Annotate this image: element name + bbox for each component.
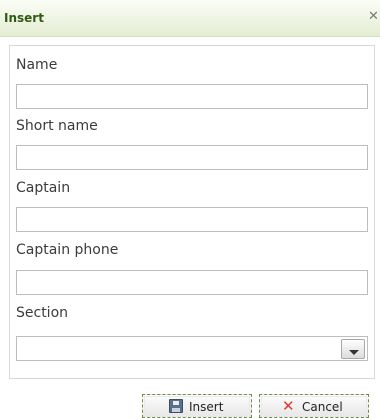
section-select[interactable] xyxy=(16,336,368,361)
close-icon[interactable]: ✕ xyxy=(368,10,380,24)
cancel-button-label: Cancel xyxy=(302,400,343,414)
insert-button[interactable]: Insert xyxy=(142,394,252,418)
captain-phone-label: Captain phone xyxy=(16,242,119,258)
chevron-down-icon xyxy=(349,350,359,355)
save-icon xyxy=(169,399,183,413)
captain-field[interactable] xyxy=(16,207,368,232)
dialog-title: Insert xyxy=(4,11,44,25)
captain-phone-field[interactable] xyxy=(16,270,368,295)
name-field[interactable] xyxy=(16,84,368,109)
cancel-button[interactable]: ✕ Cancel xyxy=(259,394,369,418)
insert-dialog: Insert ✕ Name Short name Captain Captain… xyxy=(0,0,380,418)
name-label: Name xyxy=(16,57,58,73)
short-name-label: Short name xyxy=(16,118,98,134)
insert-button-label: Insert xyxy=(189,400,224,414)
dialog-titlebar: Insert ✕ xyxy=(0,0,380,37)
section-dropdown-button[interactable] xyxy=(341,339,365,359)
short-name-field[interactable] xyxy=(16,145,368,170)
captain-label: Captain xyxy=(16,180,71,196)
x-icon: ✕ xyxy=(282,397,295,415)
section-label: Section xyxy=(16,305,69,321)
